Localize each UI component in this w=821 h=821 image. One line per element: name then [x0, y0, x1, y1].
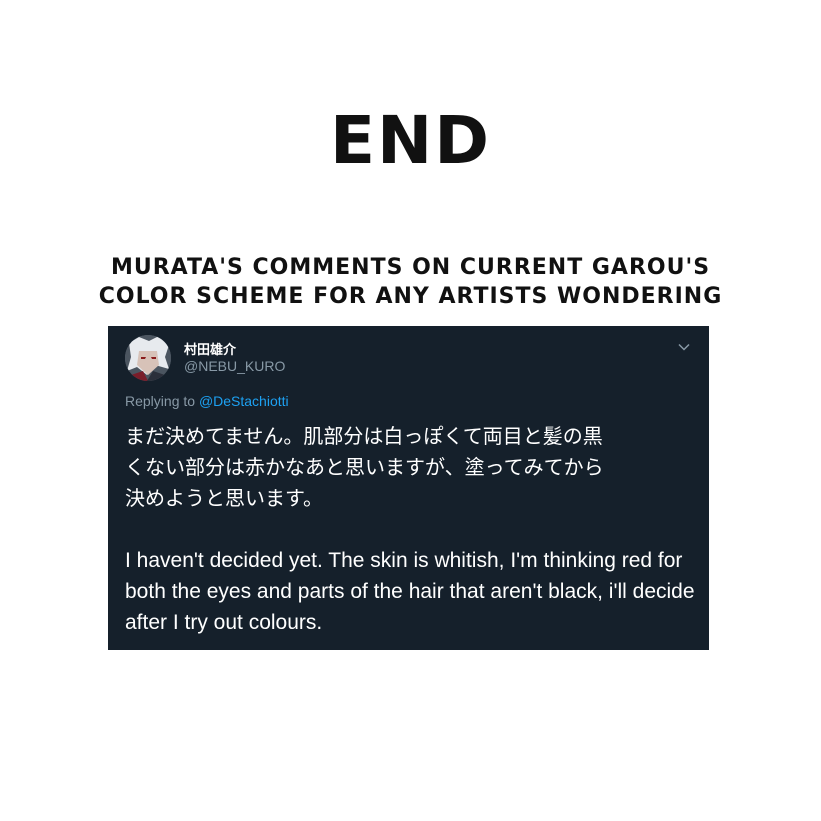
end-title: END — [329, 102, 492, 179]
caption-line-1: MURATA'S COMMENTS ON CURRENT GAROU'S — [110, 255, 711, 280]
replying-to: Replying to @DeStachiotti — [125, 393, 289, 409]
user-handle[interactable]: @NEBU_KURO — [184, 358, 285, 374]
tweet-text-english: I haven't decided yet. The skin is whiti… — [125, 549, 695, 634]
avatar-image — [125, 335, 171, 381]
caption-line-2: COLOR SCHEME FOR ANY ARTISTS WONDERING — [98, 284, 723, 309]
caption: MURATA'S COMMENTS ON CURRENT GAROU'S COL… — [0, 253, 821, 311]
display-name[interactable]: 村田雄介 — [184, 339, 236, 358]
tweet-text-japanese: まだ決めてません。肌部分は白っぽくて両目と髪の黒 くない部分は赤かなあと思います… — [125, 424, 604, 510]
chevron-down-icon[interactable] — [677, 339, 691, 353]
replying-to-label: Replying to — [125, 393, 196, 409]
tweet-card[interactable]: 村田雄介 @NEBU_KURO Replying to @DeStachiott… — [108, 326, 709, 650]
avatar[interactable] — [125, 335, 171, 381]
reply-mention-link[interactable]: @DeStachiotti — [199, 393, 289, 409]
